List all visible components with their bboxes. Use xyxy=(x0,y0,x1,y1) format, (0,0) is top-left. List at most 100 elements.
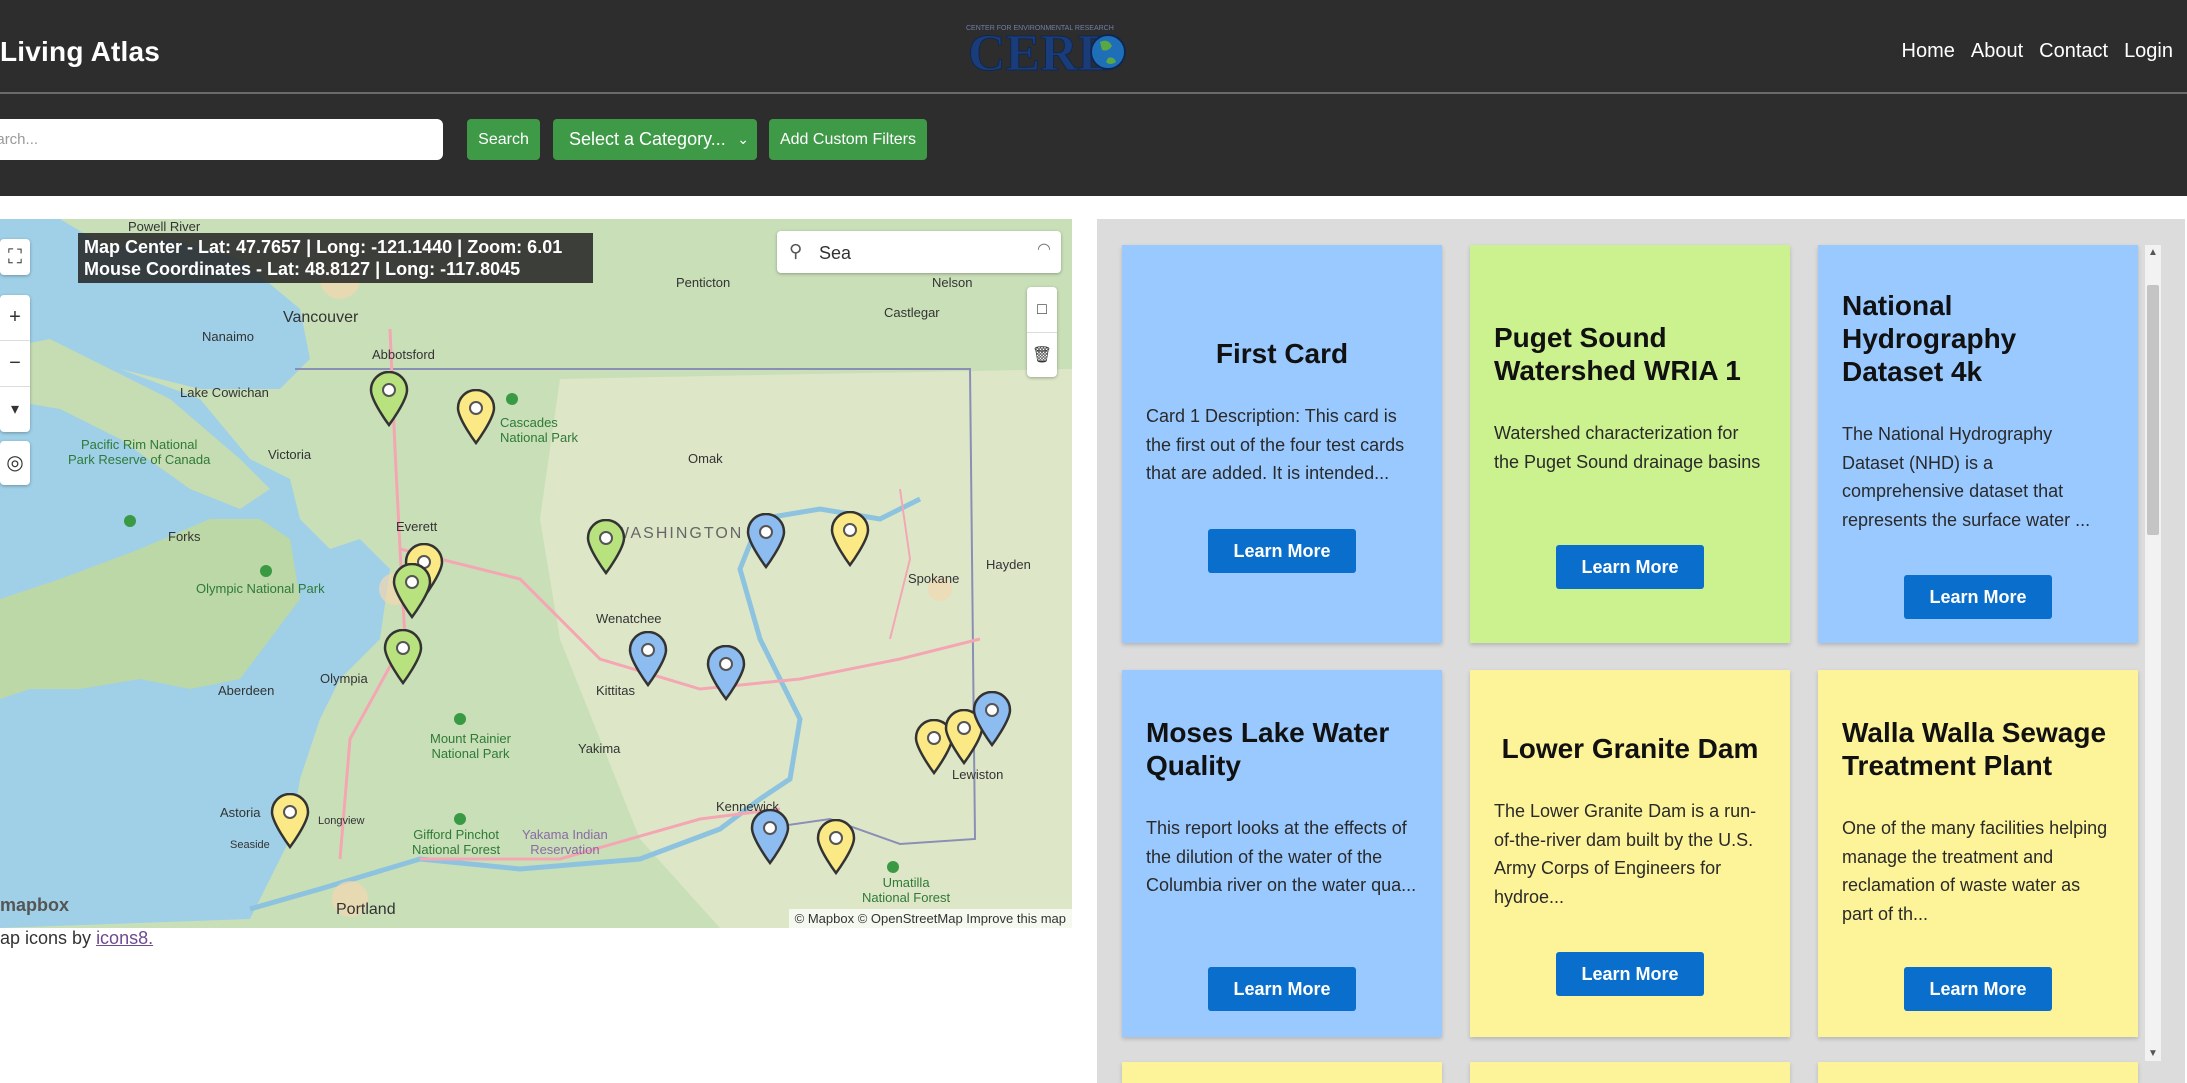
card-title: Lower Granite Dam xyxy=(1501,733,1759,764)
card-first-card: First Card Card 1 Description: This card… xyxy=(1122,245,1442,643)
card-description: The National Hydrography Dataset (NHD) i… xyxy=(1842,424,2091,530)
zoom-in-icon[interactable]: + xyxy=(0,295,30,341)
top-header: Living Atlas CERE CENTER FOR ENVIRONMENT… xyxy=(0,0,2187,94)
nav-about-link[interactable]: About xyxy=(1971,40,2023,63)
map-pin-icon[interactable] xyxy=(706,645,746,701)
map-pin-icon[interactable] xyxy=(586,519,626,575)
map-center-readout: Map Center - Lat: 47.7657 | Long: -121.1… xyxy=(84,237,563,257)
card-lower-granite-dam: Lower Granite Dam The Lower Granite Dam … xyxy=(1470,670,1790,1037)
map-label-wenatchee: Wenatchee xyxy=(596,611,662,626)
icons-credit-text: ap icons by xyxy=(0,928,97,948)
map-label-abbotsford: Abbotsford xyxy=(372,347,435,362)
card-description: Watershed characterization for the Puget… xyxy=(1494,423,1761,472)
map-label-nelson: Nelson xyxy=(932,275,973,290)
card-moses-lake: Moses Lake Water Quality This report loo… xyxy=(1122,670,1442,1037)
learn-more-button[interactable]: Learn More xyxy=(1556,545,1704,589)
fullscreen-icon[interactable]: ⛶ xyxy=(0,239,30,275)
map-label-aberdeen: Aberdeen xyxy=(218,683,275,698)
draw-controls: □ 🗑 xyxy=(1027,287,1057,377)
map-pin-icon[interactable] xyxy=(750,809,790,865)
map-label-lake-cowichan: Lake Cowichan xyxy=(180,385,269,400)
map-label-longview: Longview xyxy=(318,815,365,827)
map-pin-icon[interactable] xyxy=(369,371,409,427)
scroll-down-icon[interactable]: ▼ xyxy=(2148,1048,2158,1059)
map-label-everett: Everett xyxy=(396,519,438,534)
card-description: The Lower Granite Dam is a run-of-the-ri… xyxy=(1494,801,1757,907)
card-title: Puget Sound Watershed WRIA 1 xyxy=(1494,322,1741,386)
card-description: One of the many facilities helping manag… xyxy=(1842,818,2108,924)
card-partial xyxy=(1122,1062,1442,1083)
card-description: This report looks at the effects of the … xyxy=(1146,818,1417,895)
map-label-omak: Omak xyxy=(688,451,723,466)
mouse-coordinates-readout: Mouse Coordinates - Lat: 48.8127 | Long:… xyxy=(84,259,521,279)
scroll-up-icon[interactable]: ▲ xyxy=(2148,247,2158,258)
map-pin-icon[interactable] xyxy=(392,563,432,619)
geolocate-icon[interactable]: ◎ xyxy=(0,441,30,485)
map-label-pacific-rim: Pacific Rim National Park Reserve of Can… xyxy=(68,437,211,467)
map-label-penticton: Penticton xyxy=(676,275,731,290)
learn-more-button[interactable]: Learn More xyxy=(1208,529,1356,573)
map-geocoder: ⚲ ◠ xyxy=(777,231,1061,273)
map-label-seaside: Seaside xyxy=(230,839,270,851)
learn-more-button[interactable]: Learn More xyxy=(1904,575,2052,619)
map-label-mount-rainier: Mount Rainier National Park xyxy=(430,731,511,761)
icons8-link[interactable]: icons8. xyxy=(96,928,153,948)
map-pin-icon[interactable] xyxy=(816,819,856,875)
map-label-vancouver: Vancouver xyxy=(283,309,359,326)
icons-credit: ap icons by icons8. xyxy=(0,928,153,949)
map-pin-icon[interactable] xyxy=(628,631,668,687)
map-pin-icon[interactable] xyxy=(830,511,870,567)
trash-icon[interactable]: 🗑 xyxy=(1027,333,1057,378)
learn-more-button[interactable]: Learn More xyxy=(1556,952,1704,996)
map-label-yakima: Yakima xyxy=(578,741,621,756)
map-attribution[interactable]: © Mapbox © OpenStreetMap Improve this ma… xyxy=(788,909,1072,928)
map-label-powell-river: Powell River xyxy=(128,219,201,234)
cereo-logo[interactable]: CERE CENTER FOR ENVIRONMENTAL RESEARCH xyxy=(962,18,1130,86)
map-label-cascades: Cascades National Park xyxy=(500,415,579,445)
polygon-draw-icon[interactable]: □ xyxy=(1027,287,1057,333)
card-description: Card 1 Description: This card is the fir… xyxy=(1146,406,1405,483)
category-select-label: Select a Category... xyxy=(569,129,726,149)
map-label-olympic: Olympic National Park xyxy=(196,581,325,596)
map-label-forks: Forks xyxy=(168,529,201,544)
card-national-hydrography: National Hydrography Dataset 4k The Nati… xyxy=(1818,245,2138,643)
cards-scrollbar[interactable]: ▲ ▼ xyxy=(2145,245,2161,1061)
learn-more-button[interactable]: Learn More xyxy=(1208,967,1356,1011)
map-pin-icon[interactable] xyxy=(972,691,1012,747)
map-label-umatilla: Umatilla National Forest xyxy=(862,875,951,905)
search-input[interactable] xyxy=(0,119,443,160)
add-custom-filters-button[interactable]: Add Custom Filters xyxy=(769,119,927,160)
card-partial xyxy=(1470,1062,1790,1083)
card-walla-walla: Walla Walla Sewage Treatment Plant One o… xyxy=(1818,670,2138,1037)
chevron-down-icon: ⌄ xyxy=(737,131,749,147)
nav-login-link[interactable]: Login xyxy=(2124,40,2173,63)
map-pin-icon[interactable] xyxy=(383,629,423,685)
mapbox-logo[interactable]: mapbox xyxy=(0,895,69,916)
card-title: Moses Lake Water Quality xyxy=(1146,717,1390,781)
map-search-input[interactable] xyxy=(817,239,1011,267)
map-pin-icon[interactable] xyxy=(746,513,786,569)
search-button[interactable]: Search xyxy=(467,119,540,160)
map-label-astoria: Astoria xyxy=(220,805,261,820)
search-icon: ⚲ xyxy=(789,241,803,261)
map-view[interactable]: Powell River Vancouver Nanaimo Abbotsfor… xyxy=(0,219,1072,928)
card-title: First Card xyxy=(1215,338,1349,369)
card-partial xyxy=(1818,1062,2138,1083)
site-title[interactable]: Living Atlas xyxy=(0,36,160,68)
map-label-washington: WASHINGTON xyxy=(614,525,744,542)
map-pin-icon[interactable] xyxy=(456,389,496,445)
compass-icon[interactable]: ▾ xyxy=(0,387,30,432)
map-label-hayden: Hayden xyxy=(986,557,1031,572)
category-select[interactable]: Select a Category... ⌄ xyxy=(553,119,757,160)
card-puget-sound: Puget Sound Watershed WRIA 1 Watershed c… xyxy=(1470,245,1790,643)
main-nav: Home About Contact Login xyxy=(1902,40,2174,63)
scrollbar-thumb[interactable] xyxy=(2147,285,2159,535)
learn-more-button[interactable]: Learn More xyxy=(1904,967,2052,1011)
card-title: Walla Walla Sewage Treatment Plant xyxy=(1842,717,2107,781)
zoom-out-icon[interactable]: − xyxy=(0,341,30,387)
nav-home-link[interactable]: Home xyxy=(1902,40,1955,63)
map-pin-icon[interactable] xyxy=(270,793,310,849)
cards-panel[interactable]: First Card Card 1 Description: This card… xyxy=(1097,219,2185,1083)
nav-contact-link[interactable]: Contact xyxy=(2039,40,2108,63)
map-label-nanaimo: Nanaimo xyxy=(202,329,255,344)
